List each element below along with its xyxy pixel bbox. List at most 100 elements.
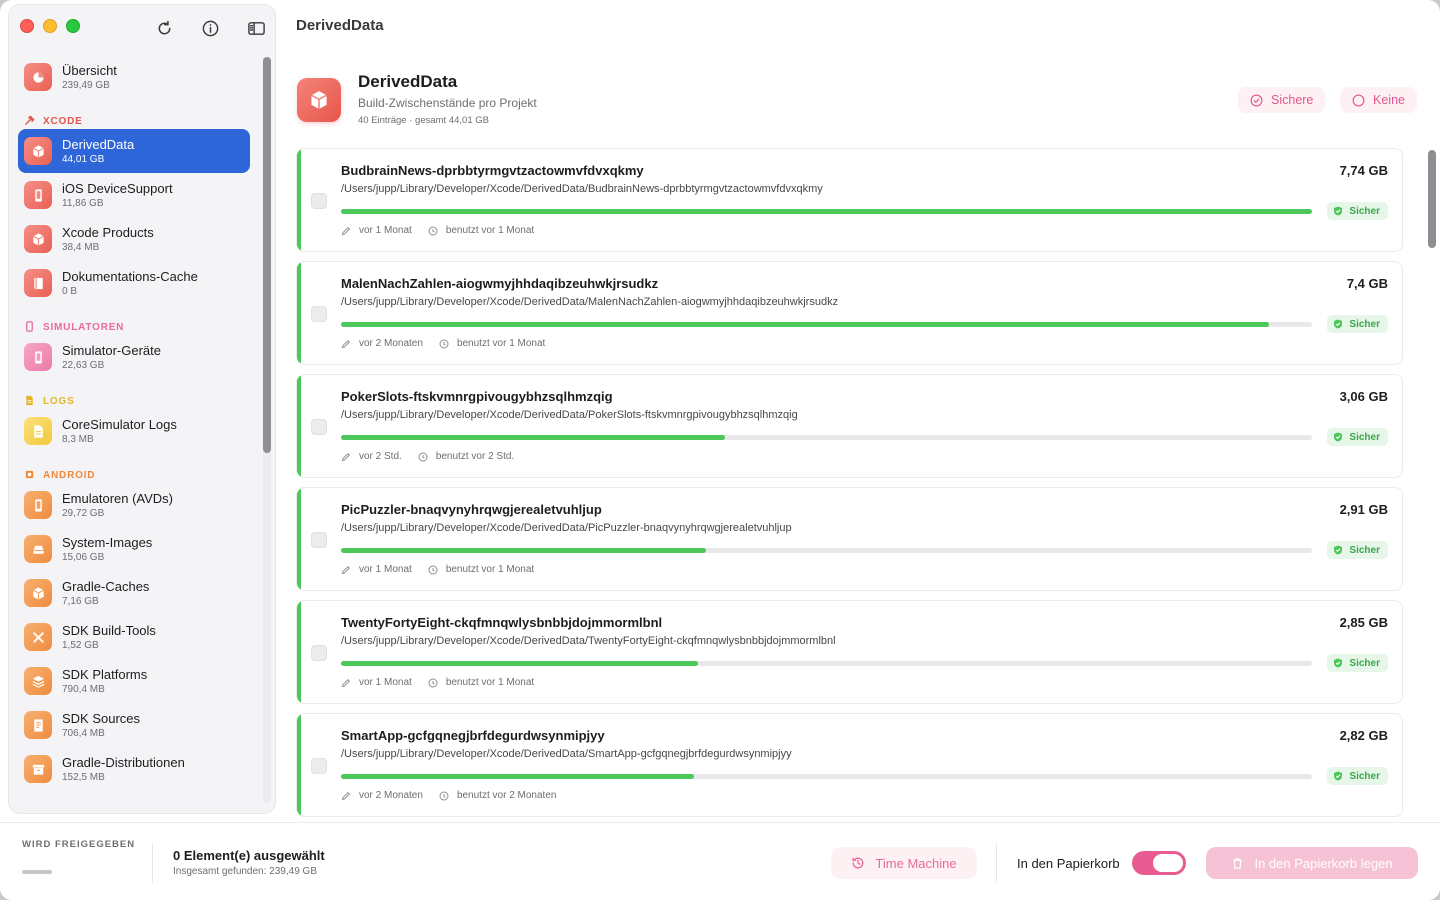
sidebar: Übersicht 239,49 GB XCODE DerivedData 44… bbox=[8, 4, 276, 814]
sidebar-item-label: Dokumentations-Cache bbox=[62, 268, 198, 284]
entry-size: 7,74 GB bbox=[1339, 163, 1388, 178]
sidebar-item-label: SDK Build-Tools bbox=[62, 622, 156, 638]
clock-icon bbox=[428, 565, 438, 574]
entry-checkbox[interactable] bbox=[311, 758, 327, 774]
size-progress-bar bbox=[341, 548, 1312, 553]
divider bbox=[152, 843, 153, 883]
sidebar-item-size: 7,16 GB bbox=[62, 595, 99, 607]
sidebar-item-gradle-caches[interactable]: Gradle-Caches 7,16 GB bbox=[18, 571, 250, 615]
entry-list: BudbrainNews-dprbbtyrmgvtzactowmvfdvxqkm… bbox=[296, 148, 1403, 818]
sidebar-item-ios-devicesupport[interactable]: iOS DeviceSupport 11,86 GB bbox=[18, 173, 250, 217]
sidebar-item-emulators[interactable]: Emulatoren (AVDs) 29,72 GB bbox=[18, 483, 250, 527]
sidebar-item-sdk-build-tools[interactable]: SDK Build-Tools 1,52 GB bbox=[18, 615, 250, 659]
sidebar-item-label: SDK Sources bbox=[62, 710, 141, 726]
zoom-window-button[interactable] bbox=[66, 19, 80, 33]
badge-label: Sicher bbox=[1349, 770, 1380, 782]
info-button[interactable] bbox=[199, 17, 221, 39]
trash-toggle[interactable] bbox=[1132, 851, 1186, 875]
entry-name: PokerSlots-ftskvmnrgpivougybhzsqlhmzqig bbox=[341, 389, 613, 404]
scrollbar-thumb[interactable] bbox=[1428, 150, 1436, 248]
iphone-icon bbox=[24, 343, 52, 371]
minimize-window-button[interactable] bbox=[43, 19, 57, 33]
sidebar-item-gradle-distributions[interactable]: Gradle-Distributionen 152,5 MB bbox=[18, 747, 250, 791]
entry-checkbox[interactable] bbox=[311, 419, 327, 435]
entry-name: TwentyFortyEight-ckqfmnqwlysbnbbjdojmmor… bbox=[341, 615, 663, 630]
time-machine-button[interactable]: Time Machine bbox=[831, 847, 977, 879]
entry-card[interactable]: PokerSlots-ftskvmnrgpivougybhzsqlhmzqig /… bbox=[296, 374, 1403, 478]
section-label: SIMULATOREN bbox=[43, 322, 125, 333]
select-safe-button[interactable]: Sichere bbox=[1238, 87, 1326, 113]
badge-label: Sicher bbox=[1349, 657, 1380, 669]
entry-checkbox[interactable] bbox=[311, 306, 327, 322]
sidebar-item-sdk-sources[interactable]: SDK Sources 706,4 MB bbox=[18, 703, 250, 747]
sidebar-item-label: CoreSimulator Logs bbox=[62, 416, 177, 432]
size-progress-bar bbox=[341, 322, 1312, 327]
clock-icon bbox=[428, 678, 438, 687]
sidebar-item-size: 44,01 GB bbox=[62, 153, 105, 165]
sidebar-item-size: 29,72 GB bbox=[62, 507, 105, 519]
entry-checkbox[interactable] bbox=[311, 193, 327, 209]
total-found: Insgesamt gefunden: 239,49 GB bbox=[173, 866, 317, 877]
entry-meta: vor 2 Monaten benutzt vor 2 Monaten bbox=[341, 790, 556, 801]
sidebar-item-simulator-devices[interactable]: Simulator-Geräte 22,63 GB bbox=[18, 335, 250, 379]
progress-fill bbox=[341, 435, 725, 440]
hammer-icon bbox=[25, 115, 35, 125]
check-circle-icon bbox=[1250, 94, 1263, 106]
entry-checkbox[interactable] bbox=[311, 532, 327, 548]
scrollbar-thumb[interactable] bbox=[263, 57, 271, 453]
entry-path: /Users/jupp/Library/Developer/Xcode/Deri… bbox=[341, 296, 839, 308]
sidebar-item-sdk-platforms[interactable]: SDK Platforms 790,4 MB bbox=[18, 659, 250, 703]
close-window-button[interactable] bbox=[20, 19, 34, 33]
window-controls bbox=[20, 19, 80, 33]
trash-toggle-label: In den Papierkorb bbox=[1017, 856, 1120, 871]
select-none-button[interactable]: Keine bbox=[1340, 87, 1417, 113]
sidebar-item-system-images[interactable]: System-Images 15,06 GB bbox=[18, 527, 250, 571]
entry-meta: vor 1 Monat benutzt vor 1 Monat bbox=[341, 564, 534, 575]
used-time: benutzt vor 1 Monat bbox=[456, 338, 546, 349]
sidebar-toggle-icon bbox=[247, 21, 265, 35]
sidebar-item-size: 239,49 GB bbox=[62, 79, 110, 91]
trash-icon bbox=[1233, 857, 1243, 869]
entry-name: SmartApp-gcfgqnegjbrfdegurdwsynmipjyy bbox=[341, 728, 605, 743]
releasing-label: WIRD FREIGEGEBEN bbox=[22, 839, 136, 850]
sidebar-list: Übersicht 239,49 GB XCODE DerivedData 44… bbox=[18, 55, 250, 791]
sidebar-scrollbar[interactable] bbox=[263, 57, 271, 803]
main-scrollbar[interactable] bbox=[1428, 148, 1436, 814]
clock-icon bbox=[418, 452, 428, 461]
box-icon bbox=[297, 78, 341, 122]
entry-checkbox[interactable] bbox=[311, 645, 327, 661]
safe-badge: Sicher bbox=[1327, 654, 1388, 672]
sidebar-item-overview[interactable]: Übersicht 239,49 GB bbox=[18, 55, 250, 99]
entry-card[interactable]: MalenNachZahlen-aiogwmyjhhdaqibzeuhwkjrs… bbox=[296, 261, 1403, 365]
used-time: benutzt vor 1 Monat bbox=[445, 677, 535, 688]
entry-card[interactable]: SmartApp-gcfgqnegjbrfdegurdwsynmipjyy/Us… bbox=[296, 713, 1403, 817]
refresh-button[interactable] bbox=[153, 17, 175, 39]
entry-size: 2,91 GB bbox=[1339, 502, 1388, 517]
box-icon bbox=[24, 579, 52, 607]
entry-size: 3,06 GB bbox=[1339, 389, 1388, 404]
entry-meta: vor 2 Monaten benutzt vor 1 Monat bbox=[341, 338, 545, 349]
move-to-trash-button[interactable]: In den Papierkorb legen bbox=[1206, 847, 1418, 879]
safe-badge: Sicher bbox=[1327, 315, 1388, 333]
sidebar-item-label: Emulatoren (AVDs) bbox=[62, 490, 174, 506]
sidebar-item-documentation-cache[interactable]: Dokumentations-Cache 0 B bbox=[18, 261, 250, 305]
sidebar-item-label: iOS DeviceSupport bbox=[62, 180, 173, 196]
progress-fill bbox=[341, 209, 1312, 214]
sidebar-item-label: System-Images bbox=[62, 534, 153, 550]
section-android: ANDROID bbox=[18, 461, 250, 483]
entry-size: 7,4 GB bbox=[1346, 276, 1388, 291]
book-icon bbox=[24, 269, 52, 297]
entry-card[interactable]: TwentyFortyEight-ckqfmnqwlysbnbbjdojmmor… bbox=[296, 600, 1403, 704]
entry-card[interactable]: BudbrainNews-dprbbtyrmgvtzactowmvfdvxqkm… bbox=[296, 148, 1403, 252]
sidebar-item-deriveddata[interactable]: DerivedData 44,01 GB bbox=[18, 129, 250, 173]
divider bbox=[996, 843, 997, 883]
sidebar-item-xcode-products[interactable]: Xcode Products 38,4 MB bbox=[18, 217, 250, 261]
used-time: benutzt vor 1 Monat bbox=[445, 225, 535, 236]
sidebar-item-coresimulator-logs[interactable]: CoreSimulator Logs 8,3 MB bbox=[18, 409, 250, 453]
entry-path: /Users/jupp/Library/Developer/Xcode/Deri… bbox=[341, 748, 792, 760]
entry-card[interactable]: PicPuzzler-bnaqvynyhrqwgjerealetvuhljup /… bbox=[296, 487, 1403, 591]
shield-check-icon bbox=[1334, 658, 1343, 668]
sidebar-toggle-button[interactable] bbox=[245, 17, 267, 39]
pencil-icon bbox=[341, 452, 351, 461]
safety-indicator bbox=[297, 714, 301, 816]
